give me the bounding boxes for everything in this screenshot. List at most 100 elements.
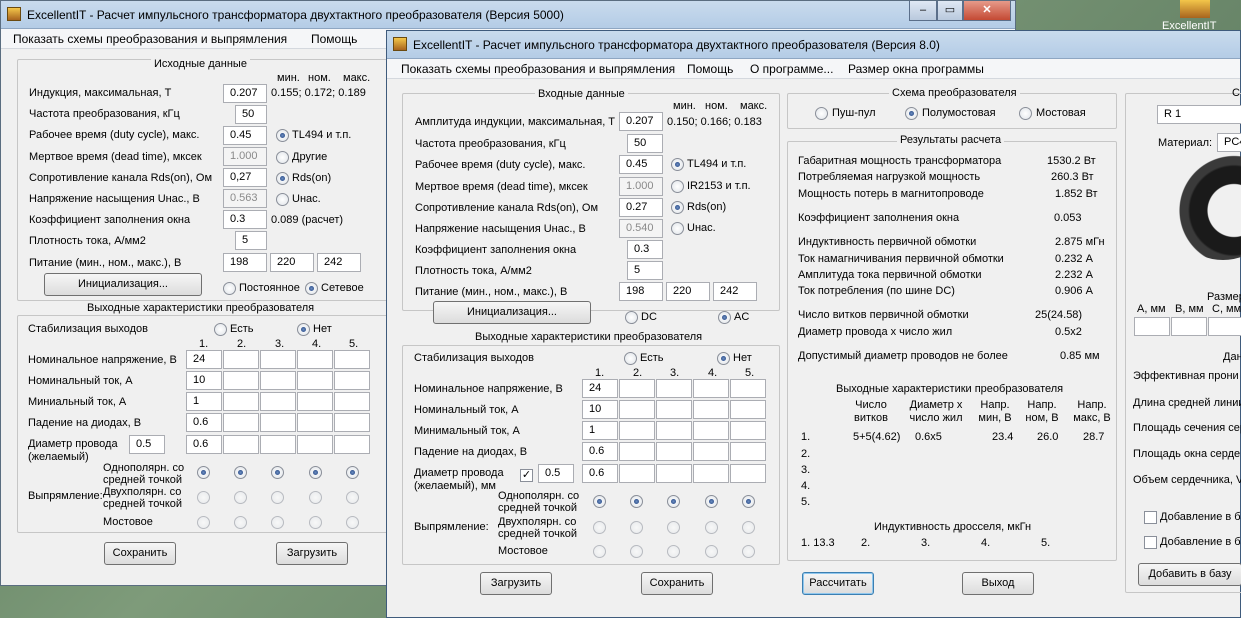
back-titlebar[interactable]: ExcellentIT - Расчет импульсного трансфо… <box>1 1 1015 29</box>
out-current-5[interactable] <box>730 400 766 419</box>
input-fill[interactable]: 0.3 <box>223 210 267 229</box>
radio-rds[interactable] <box>276 172 289 185</box>
rect-radio[interactable] <box>197 516 210 529</box>
maximize-icon[interactable]: ▭ <box>937 1 963 21</box>
out-min-current-5[interactable] <box>730 421 766 440</box>
radio-tl494[interactable] <box>276 129 289 142</box>
input-induction[interactable]: 0.207 <box>223 84 267 103</box>
wire-2[interactable] <box>619 464 655 483</box>
menu-about[interactable]: О программе... <box>750 62 833 76</box>
rect-radio[interactable] <box>197 466 210 479</box>
wire-desired-input[interactable]: 0.5 <box>538 464 574 483</box>
out-current-4[interactable] <box>297 371 333 390</box>
rect-radio[interactable] <box>346 516 359 529</box>
rect-radio[interactable] <box>630 545 643 558</box>
out-voltage-4[interactable] <box>693 379 729 398</box>
radio-tl494[interactable] <box>671 158 684 171</box>
menu-help[interactable]: Помощь <box>687 62 733 76</box>
radio-usat[interactable] <box>276 193 289 206</box>
out-voltage-3[interactable] <box>656 379 692 398</box>
menu-schemes[interactable]: Показать схемы преобразования и выпрямле… <box>13 32 287 46</box>
front-window[interactable]: ExcellentIT - Расчет импульсного трансфо… <box>386 30 1241 618</box>
out-voltage-3[interactable] <box>260 350 296 369</box>
input-supply-nom[interactable]: 220 <box>270 253 314 272</box>
out-diode-5[interactable] <box>334 413 370 432</box>
wire-3[interactable] <box>656 464 692 483</box>
rect-radio[interactable] <box>197 491 210 504</box>
rect-radio[interactable] <box>742 495 755 508</box>
radio-dc[interactable] <box>625 311 638 324</box>
out-min-current-1[interactable]: 1 <box>582 421 618 440</box>
input-usat[interactable]: 0.563 <box>223 189 267 208</box>
rect-radio[interactable] <box>667 495 680 508</box>
out-voltage-2[interactable] <box>223 350 259 369</box>
input-induction[interactable]: 0.207 <box>619 112 663 131</box>
radio-stab-yes[interactable] <box>624 352 637 365</box>
menu-help[interactable]: Помощь <box>311 32 357 46</box>
rect-radio[interactable] <box>742 521 755 534</box>
radio-rds[interactable] <box>671 201 684 214</box>
input-dead[interactable]: 1.000 <box>223 147 267 166</box>
out-min-current-4[interactable] <box>693 421 729 440</box>
out-voltage-4[interactable] <box>297 350 333 369</box>
out-min-current-1[interactable]: 1 <box>186 392 222 411</box>
radio-stab-no[interactable] <box>717 352 730 365</box>
out-current-1[interactable]: 10 <box>582 400 618 419</box>
out-voltage-5[interactable] <box>730 379 766 398</box>
menu-window-size[interactable]: Размер окна программы <box>848 62 984 76</box>
exit-button[interactable]: Выход <box>962 572 1034 595</box>
out-voltage-2[interactable] <box>619 379 655 398</box>
rect-radio[interactable] <box>593 545 606 558</box>
out-current-3[interactable] <box>656 400 692 419</box>
out-min-current-4[interactable] <box>297 392 333 411</box>
init-button[interactable]: Инициализация... <box>433 301 591 324</box>
radio-other[interactable] <box>276 151 289 164</box>
rect-radio[interactable] <box>234 491 247 504</box>
rect-radio[interactable] <box>271 516 284 529</box>
dim-c-input[interactable] <box>1208 317 1241 336</box>
out-min-current-2[interactable] <box>223 392 259 411</box>
menu-schemes[interactable]: Показать схемы преобразования и выпрямле… <box>401 62 675 76</box>
out-voltage-1[interactable]: 24 <box>186 350 222 369</box>
out-current-1[interactable]: 10 <box>186 371 222 390</box>
rect-radio[interactable] <box>705 495 718 508</box>
out-diode-3[interactable] <box>656 442 692 461</box>
out-min-current-2[interactable] <box>619 421 655 440</box>
out-diode-1[interactable]: 0.6 <box>582 442 618 461</box>
out-current-2[interactable] <box>619 400 655 419</box>
rect-radio[interactable] <box>593 521 606 534</box>
out-diode-4[interactable] <box>297 413 333 432</box>
add-check-2[interactable] <box>1144 536 1157 549</box>
out-current-4[interactable] <box>693 400 729 419</box>
out-diode-2[interactable] <box>619 442 655 461</box>
rect-radio[interactable] <box>346 466 359 479</box>
input-duty[interactable]: 0.45 <box>619 155 663 174</box>
rect-radio[interactable] <box>705 545 718 558</box>
input-usat[interactable]: 0.540 <box>619 219 663 238</box>
wire-5[interactable] <box>334 435 370 454</box>
wire-1[interactable]: 0.6 <box>582 464 618 483</box>
rect-radio[interactable] <box>630 521 643 534</box>
input-duty[interactable]: 0.45 <box>223 126 267 145</box>
back-save-button[interactable]: Сохранить <box>104 542 176 565</box>
rect-radio[interactable] <box>234 466 247 479</box>
radio-stab-no[interactable] <box>297 323 310 336</box>
wire-4[interactable] <box>297 435 333 454</box>
input-supply-max[interactable]: 242 <box>317 253 361 272</box>
close-icon[interactable]: ✕ <box>963 1 1011 21</box>
rect-radio[interactable] <box>309 491 322 504</box>
out-voltage-5[interactable] <box>334 350 370 369</box>
out-current-3[interactable] <box>260 371 296 390</box>
radio-stab-yes[interactable] <box>214 323 227 336</box>
radio-push-pull[interactable] <box>815 107 828 120</box>
rect-radio[interactable] <box>667 521 680 534</box>
out-min-current-5[interactable] <box>334 392 370 411</box>
rect-radio[interactable] <box>705 521 718 534</box>
calculate-button[interactable]: Рассчитать <box>802 572 874 595</box>
add-to-db-button[interactable]: Добавить в базу <box>1138 563 1241 586</box>
front-load-button[interactable]: Загрузить <box>480 572 552 595</box>
rect-radio[interactable] <box>630 495 643 508</box>
rect-radio[interactable] <box>346 491 359 504</box>
back-load-button[interactable]: Загрузить <box>276 542 348 565</box>
rect-radio[interactable] <box>309 466 322 479</box>
